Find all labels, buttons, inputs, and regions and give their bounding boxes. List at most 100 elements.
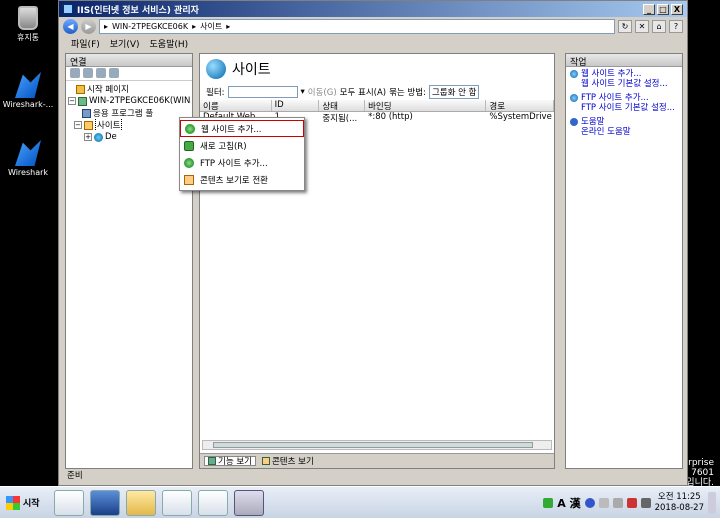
chevron-icon[interactable] xyxy=(598,497,609,508)
minimize-button[interactable]: _ xyxy=(643,3,655,15)
sites-table-header: 이름 ID 상태 바인딩 경로 xyxy=(200,100,554,112)
action-group-help: 도움말 온라인 도움말 xyxy=(566,115,682,139)
menu-view[interactable]: 보기(V) xyxy=(110,37,140,50)
column-status[interactable]: 상태 xyxy=(319,100,366,111)
menu-item-refresh[interactable]: 새로 고침(R) xyxy=(180,137,304,154)
calendar-app-taskbar-icon[interactable] xyxy=(161,489,192,516)
content-view-icon xyxy=(184,174,194,185)
action-online-help[interactable]: 온라인 도움말 xyxy=(581,127,631,137)
refresh-icon[interactable]: ↻ xyxy=(618,19,632,33)
menu-file[interactable]: 파일(F) xyxy=(71,37,100,50)
connections-toolbar xyxy=(66,67,192,81)
menu-item-label: 새로 고침(R) xyxy=(200,141,247,152)
context-menu: 웹 사이트 추가... 새로 고침(R) FTP 사이트 추가... 콘텐츠 보… xyxy=(179,117,305,191)
ime-indicator[interactable]: A 漢 xyxy=(557,495,580,511)
tree-item-start-page[interactable]: 시작 페이지 xyxy=(68,83,190,95)
horizontal-scrollbar[interactable] xyxy=(202,440,552,450)
menu-item-add-website[interactable]: 웹 사이트 추가... xyxy=(180,120,304,137)
action-ftp-defaults[interactable]: FTP 사이트 기본값 설정... xyxy=(581,103,675,113)
breadcrumb-server[interactable]: WIN-2TPEGKCE06K xyxy=(112,22,188,31)
menu-bar: 파일(F) 보기(V) 도움말(H) xyxy=(59,35,687,51)
flag-icon[interactable] xyxy=(612,497,623,508)
iis-manager-taskbar-icon[interactable] xyxy=(233,489,264,516)
connections-header: 연결 xyxy=(66,54,192,68)
scrollbar-thumb[interactable] xyxy=(213,442,533,448)
powershell-taskbar-icon[interactable] xyxy=(89,489,120,516)
language-icon[interactable] xyxy=(543,497,554,508)
action-group-website: 웹 사이트 추가... 웹 사이트 기본값 설정... xyxy=(566,67,682,91)
filter-dropdown-icon[interactable]: ▾ xyxy=(301,87,305,97)
show-desktop-icon[interactable] xyxy=(708,491,716,514)
wireshark-shortcut-1[interactable]: Wireshark-... xyxy=(0,72,56,109)
close-button[interactable]: X xyxy=(671,3,683,15)
window-title: IIS(인터넷 정보 서비스) 관리자 xyxy=(77,5,199,16)
sites-globe-icon xyxy=(206,59,226,79)
go-button[interactable]: 이동(G) xyxy=(308,86,337,98)
help-icon[interactable]: ? xyxy=(669,19,683,33)
action-add-website[interactable]: 웹 사이트 추가... xyxy=(581,69,668,79)
column-name[interactable]: 이름 xyxy=(200,100,272,111)
wireshark-fin-icon xyxy=(15,72,41,98)
column-id[interactable]: ID xyxy=(272,100,320,111)
show-all-button[interactable]: 모두 표시(A) xyxy=(340,86,386,98)
volume-icon[interactable] xyxy=(640,497,651,508)
title-bar[interactable]: IIS(인터넷 정보 서비스) 관리자 _ □ X xyxy=(59,1,687,17)
start-page-icon xyxy=(76,84,85,94)
menu-item-switch-content-view[interactable]: 콘텐츠 보기로 전환 xyxy=(180,171,304,188)
filter-input[interactable] xyxy=(227,86,298,98)
breadcrumb-sites[interactable]: 사이트 xyxy=(200,21,222,32)
group-by-label: 묶는 방법: xyxy=(389,88,426,98)
app-pool-icon xyxy=(82,108,91,118)
disconnect-icon[interactable] xyxy=(109,68,119,78)
features-view-icon xyxy=(208,457,216,465)
forward-button[interactable]: ▶ xyxy=(81,18,96,34)
address-bar: ◀ ▶ ▸ WIN-2TPEGKCE06K ▸ 사이트 ▸ ↻ ✕ ⌂ ? xyxy=(59,17,687,35)
help-circle-icon[interactable] xyxy=(584,497,595,508)
column-binding[interactable]: 바인딩 xyxy=(365,100,487,111)
filter-bar: 필터: ▾ 이동(G) 모두 표시(A) 묶는 방법: 그룹화 안 함 xyxy=(200,84,554,100)
website-globe-icon xyxy=(94,132,103,142)
recycle-bin-icon[interactable]: 휴지통 xyxy=(0,6,56,43)
page-title: 사이트 xyxy=(200,54,554,84)
stop-icon[interactable]: ✕ xyxy=(635,19,649,33)
breadcrumb[interactable]: ▸ WIN-2TPEGKCE06K ▸ 사이트 ▸ xyxy=(99,18,615,34)
wireshark-shortcut-2[interactable]: Wireshark xyxy=(0,140,56,177)
collapse-icon[interactable]: − xyxy=(68,97,76,105)
server-manager-taskbar-icon[interactable] xyxy=(53,489,84,516)
add-ftp-icon xyxy=(184,157,194,168)
server-tower-taskbar-icon[interactable] xyxy=(197,489,228,516)
sites-panel: 사이트 필터: ▾ 이동(G) 모두 표시(A) 묶는 방법: 그룹화 안 함 … xyxy=(199,53,555,469)
filter-label: 필터: xyxy=(206,88,225,98)
maximize-button[interactable]: □ xyxy=(657,3,669,15)
tree-item-default-site[interactable]: + De xyxy=(68,131,190,143)
menu-help[interactable]: 도움말(H) xyxy=(150,37,189,50)
tab-features-view[interactable]: 기능 보기 xyxy=(204,456,256,467)
action-add-ftp-site[interactable]: FTP 사이트 추가... xyxy=(581,93,675,103)
action-website-defaults[interactable]: 웹 사이트 기본값 설정... xyxy=(581,79,668,89)
breadcrumb-separator: ▸ xyxy=(192,21,197,31)
group-by-select[interactable]: 그룹화 안 함 xyxy=(428,85,480,99)
home-icon[interactable]: ⌂ xyxy=(652,19,666,33)
tree-item-sites[interactable]: − 사이트 xyxy=(68,119,190,131)
explorer-folder-taskbar-icon[interactable] xyxy=(125,489,156,516)
tree-item-label: WIN-2TPEGKCE06K(WIN xyxy=(89,96,190,106)
collapse-icon[interactable]: − xyxy=(74,121,82,129)
menu-item-add-ftp-site[interactable]: FTP 사이트 추가... xyxy=(180,154,304,171)
tree-item-app-pools[interactable]: 응용 프로그램 풀 xyxy=(68,107,190,119)
network-icon[interactable] xyxy=(626,497,637,508)
expand-icon[interactable]: + xyxy=(84,133,92,141)
content-view-icon xyxy=(261,457,270,465)
back-button[interactable]: ◀ xyxy=(63,18,78,34)
column-path[interactable]: 경로 xyxy=(486,100,554,111)
action-help[interactable]: 도움말 xyxy=(581,117,631,127)
tree-item-server[interactable]: − WIN-2TPEGKCE06K(WIN xyxy=(68,95,190,107)
save-icon[interactable] xyxy=(83,68,93,78)
up-icon[interactable] xyxy=(96,68,106,78)
tree-item-label: De xyxy=(105,132,117,142)
clock[interactable]: 오전 11:25 2018-08-27 xyxy=(655,492,704,514)
connect-icon[interactable] xyxy=(70,68,80,78)
tab-content-view[interactable]: 콘텐츠 보기 xyxy=(261,456,314,467)
system-tray: A 漢 오전 11:25 2018-08-27 xyxy=(543,491,720,514)
connections-tree: 시작 페이지 − WIN-2TPEGKCE06K(WIN 응용 프로그램 풀 −… xyxy=(66,81,192,145)
start-button[interactable]: 시작 xyxy=(0,489,46,517)
